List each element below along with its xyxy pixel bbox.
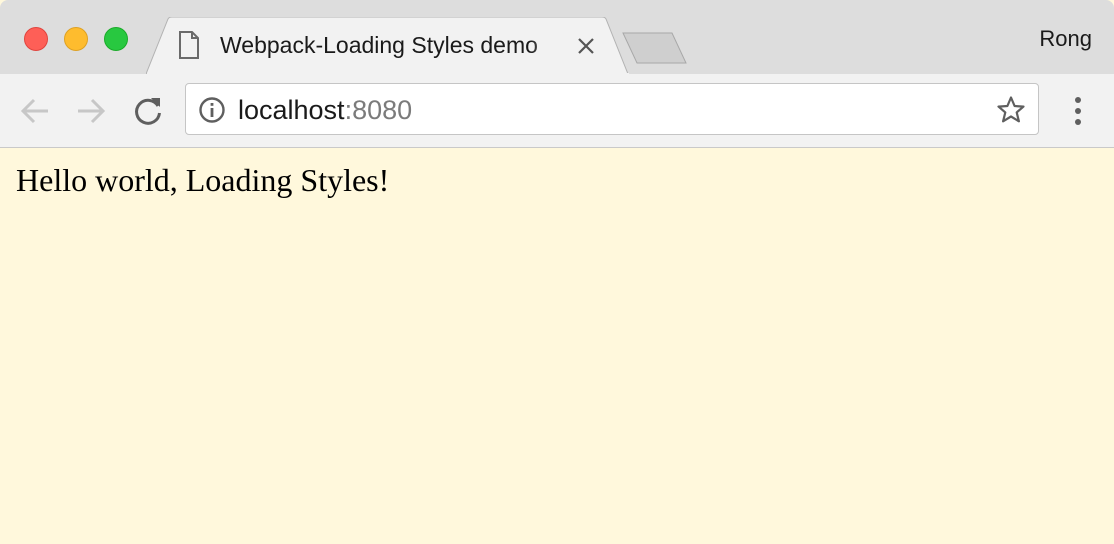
address-bar[interactable]: localhost:8080 xyxy=(185,83,1039,135)
tab-strip: Webpack-Loading Styles demo Rong xyxy=(0,0,1114,74)
close-icon[interactable] xyxy=(576,36,596,56)
document-icon xyxy=(178,31,200,59)
tab-active[interactable]: Webpack-Loading Styles demo xyxy=(146,17,630,74)
profile-name[interactable]: Rong xyxy=(1039,26,1092,52)
browser-window: Webpack-Loading Styles demo Rong localho… xyxy=(0,0,1114,544)
arrow-left-icon[interactable] xyxy=(18,94,52,128)
new-tab-button[interactable] xyxy=(620,32,690,66)
page-content: Hello world, Loading Styles! xyxy=(0,148,1114,544)
window-close-button[interactable] xyxy=(24,27,48,51)
window-minimize-button[interactable] xyxy=(64,27,88,51)
url-port: :8080 xyxy=(344,95,413,125)
tab-title: Webpack-Loading Styles demo xyxy=(220,32,538,58)
arrow-right-icon[interactable] xyxy=(74,94,108,128)
toolbar: localhost:8080 xyxy=(0,74,1114,148)
url-host: localhost xyxy=(238,95,345,125)
window-maximize-button[interactable] xyxy=(104,27,128,51)
url-text[interactable]: localhost:8080 xyxy=(238,95,412,125)
vertical-dots-icon[interactable] xyxy=(1066,94,1090,128)
info-icon[interactable] xyxy=(198,96,226,124)
star-icon[interactable] xyxy=(996,95,1026,125)
reload-icon[interactable] xyxy=(131,94,165,128)
page-text: Hello world, Loading Styles! xyxy=(16,162,390,198)
